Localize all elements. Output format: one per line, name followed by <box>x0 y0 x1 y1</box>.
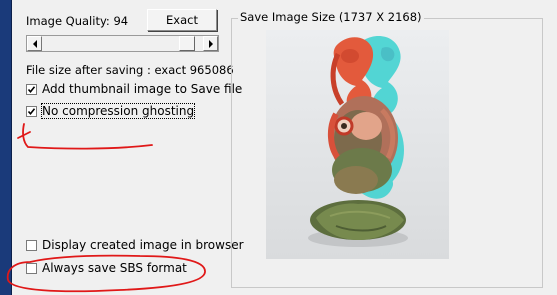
always-sbs-checkbox[interactable] <box>26 263 37 274</box>
quality-slider[interactable] <box>26 35 219 52</box>
checkmark-icon <box>27 108 36 116</box>
display-in-browser-checkbox[interactable] <box>26 240 37 251</box>
anaglyph-frog-image <box>266 30 449 259</box>
display-in-browser-label[interactable]: Display created image in browser <box>42 238 244 252</box>
preview-image <box>266 30 449 259</box>
slider-thumb[interactable] <box>179 36 195 51</box>
image-quality-label: Image Quality: 94 <box>26 14 129 28</box>
always-sbs-label[interactable]: Always save SBS format <box>42 261 187 275</box>
thumbnail-checkbox[interactable] <box>26 84 37 95</box>
window-frame <box>0 0 12 295</box>
checkmark-icon <box>27 86 36 94</box>
no-ghosting-checkbox-label[interactable]: No compression ghosting <box>40 103 196 119</box>
scroll-left-button[interactable] <box>27 36 42 51</box>
arrow-left-icon <box>33 40 37 48</box>
group-title: Save Image Size (1737 X 2168) <box>238 10 424 24</box>
thumbnail-checkbox-label[interactable]: Add thumbnail image to Save file <box>42 82 242 96</box>
arrow-right-icon <box>209 40 213 48</box>
file-size-text: File size after saving : exact 965086 <box>26 63 234 77</box>
no-ghosting-checkbox[interactable] <box>26 106 37 117</box>
scroll-right-button[interactable] <box>203 36 218 51</box>
exact-sizes-button[interactable]: Exact Sizes <box>147 9 217 47</box>
